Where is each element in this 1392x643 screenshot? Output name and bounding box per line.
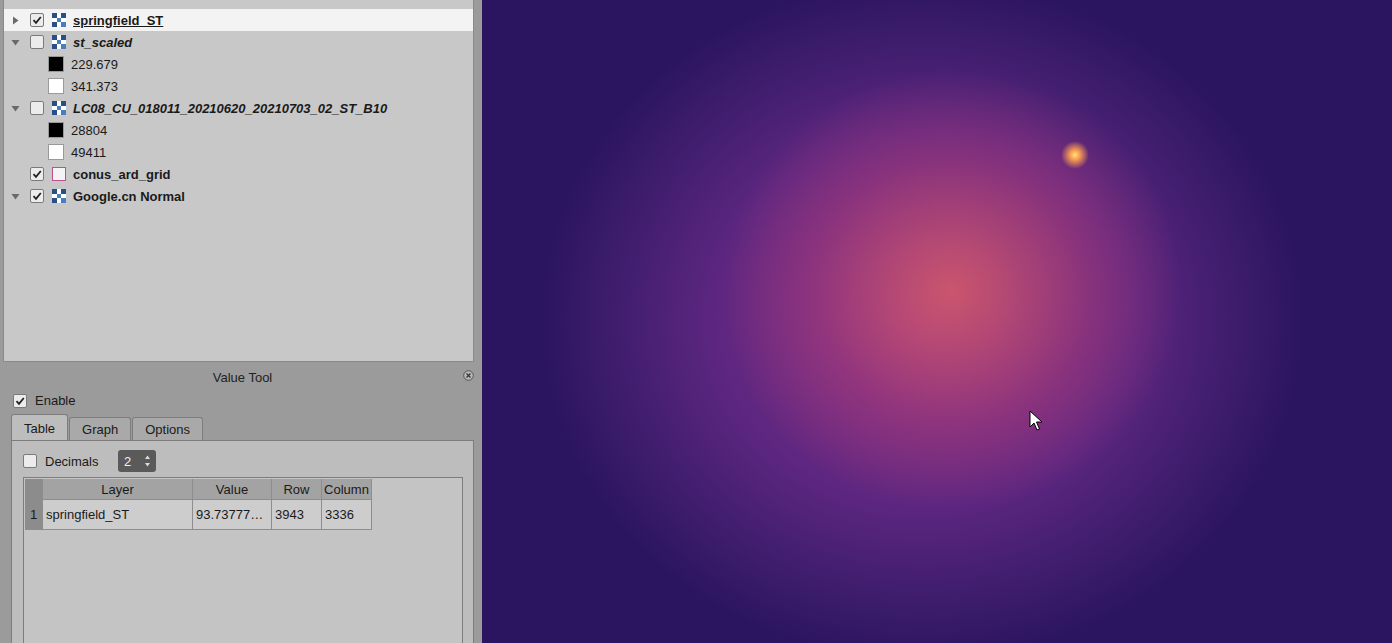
legend-swatch (48, 56, 64, 72)
visibility-checkbox[interactable] (30, 101, 44, 115)
layer-row[interactable]: st_scaled (4, 31, 473, 53)
visibility-checkbox[interactable] (30, 167, 44, 181)
visibility-checkbox[interactable] (30, 35, 44, 49)
tab[interactable]: Table (11, 414, 68, 440)
legend-label: 49411 (71, 145, 106, 160)
polygon-layer-icon (51, 166, 67, 182)
close-icon[interactable] (463, 370, 474, 381)
legend-swatch (48, 78, 64, 94)
spin-arrows-icon[interactable] (144, 454, 151, 468)
visibility-checkbox[interactable] (30, 13, 44, 27)
visibility-checkbox[interactable] (30, 189, 44, 203)
column-header[interactable]: Column (322, 479, 372, 500)
raster-layer-icon (51, 188, 67, 204)
legend-row: 341.373 (4, 75, 473, 97)
layer-name[interactable]: conus_ard_grid (73, 167, 171, 182)
raster-layer-icon (51, 100, 67, 116)
expander-icon[interactable] (11, 16, 20, 25)
panel-title: Value Tool (11, 362, 474, 391)
values-table: LayerValueRowColumn1springfield_ST93.737… (23, 477, 463, 643)
table-row[interactable]: 1springfield_ST93.73777…39433336 (25, 500, 461, 530)
legend-label: 28804 (71, 123, 107, 138)
raster-layer-icon (51, 34, 67, 50)
legend-row: 229.679 (4, 53, 473, 75)
layer-row[interactable]: LC08_CU_018011_20210620_20210703_02_ST_B… (4, 97, 473, 119)
expander-icon[interactable] (11, 192, 20, 201)
layers-panel: springfield_ST st_scaled 229.679 341.373 LC0… (3, 0, 474, 362)
column-header[interactable]: Layer (43, 479, 193, 500)
tab-pane: Decimals2 LayerValueRowColumn1springfield… (11, 440, 474, 643)
layer-row[interactable]: conus_ard_grid (4, 163, 473, 185)
layer-row[interactable]: springfield_ST (4, 9, 473, 31)
table-header: LayerValueRowColumn (25, 479, 461, 500)
table-cell: 3336 (322, 500, 372, 530)
expander-icon[interactable] (11, 170, 20, 179)
legend-row: 28804 (4, 119, 473, 141)
decimals-row: Decimals2 (23, 449, 463, 473)
layer-name[interactable]: LC08_CU_018011_20210620_20210703_02_ST_B… (73, 101, 387, 116)
decimals-checkbox[interactable] (23, 454, 37, 468)
table-cell: 93.73777… (193, 500, 272, 530)
checkbox[interactable] (13, 394, 27, 408)
column-header[interactable]: Value (193, 479, 272, 500)
legend-label: 229.679 (71, 57, 118, 72)
side-dock: springfield_ST st_scaled 229.679 341.373 LC0… (0, 0, 482, 643)
legend-swatch (48, 144, 64, 160)
map-canvas[interactable] (482, 0, 1392, 643)
expander-icon[interactable] (11, 104, 20, 113)
tab-bar: TableGraphOptions (11, 414, 474, 440)
legend-label: 341.373 (71, 79, 118, 94)
mouse-cursor-icon (1029, 410, 1043, 432)
layer-name[interactable]: springfield_ST (73, 13, 163, 28)
tab[interactable]: Options (132, 417, 203, 440)
layer-name[interactable]: st_scaled (73, 35, 132, 50)
layer-row[interactable]: Google.cn Normal (4, 185, 473, 207)
legend-row: 49411 (4, 141, 473, 163)
table-cell: springfield_ST (43, 500, 193, 530)
layer-name[interactable]: Google.cn Normal (73, 189, 185, 204)
expander-icon[interactable] (11, 38, 20, 47)
decimals-spinbox[interactable]: 2 (118, 450, 156, 472)
enable-checkbox[interactable]: Enable (11, 391, 474, 414)
qgis-window: springfield_ST st_scaled 229.679 341.373 LC0… (0, 0, 1392, 643)
legend-swatch (48, 122, 64, 138)
tab[interactable]: Graph (69, 417, 131, 440)
value-tool-panel: Value ToolEnableTableGraphOptionsDecimal… (0, 362, 482, 643)
raster-layer-icon (51, 12, 67, 28)
table-cell: 3943 (272, 500, 322, 530)
column-header[interactable]: Row (272, 479, 322, 500)
